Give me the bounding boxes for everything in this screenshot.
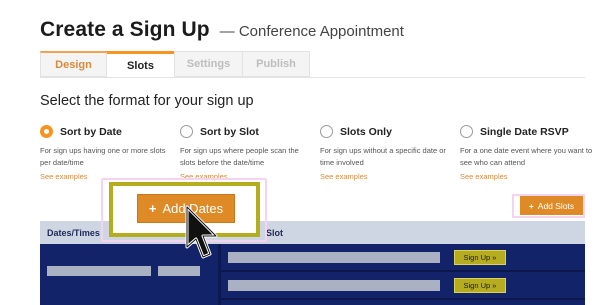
tab-divider	[40, 77, 585, 78]
option-description-line: slots before the date/time	[180, 158, 265, 167]
option-description-line: For sign ups having one or more slots	[40, 146, 166, 155]
option-description-line: For sign ups where people scan the	[180, 146, 299, 155]
option-label: Sort by Date	[60, 125, 122, 138]
see-examples-link[interactable]: See examples	[460, 172, 600, 181]
tab-settings[interactable]: Settings	[174, 51, 242, 77]
option-description-line: per date/time	[40, 158, 84, 167]
option-description-line: see who can attend	[460, 158, 526, 167]
radio-unchecked-icon[interactable]	[180, 125, 193, 138]
sign-up-label: Sign Up	[463, 253, 491, 262]
arrow-icon: »	[492, 281, 497, 290]
option-description: For sign ups having one or more slots pe…	[40, 145, 175, 169]
sign-up-label: Sign Up	[463, 281, 491, 290]
sign-up-button[interactable]: Sign Up »	[454, 278, 506, 293]
page-title: Create a Sign Up	[40, 18, 210, 41]
option-sort-by-date[interactable]: Sort by Date For sign ups having one or …	[40, 125, 175, 181]
option-description-line: For a one date event where you want to	[460, 146, 593, 155]
plus-icon: +	[528, 200, 534, 211]
add-slots-button[interactable]: + Add Slots	[520, 196, 583, 215]
page-header: Create a Sign Up — Conference Appointmen…	[40, 18, 404, 42]
format-prompt: Select the format for your sign up	[40, 93, 254, 109]
option-sort-by-slot[interactable]: Sort by Slot For sign ups where people s…	[180, 125, 315, 181]
option-single-date-rsvp[interactable]: Single Date RSVP For a one date event wh…	[460, 125, 600, 181]
radio-unchecked-icon[interactable]	[460, 125, 473, 138]
option-label: Slots Only	[340, 125, 392, 138]
option-description-line: time involved	[320, 158, 364, 167]
hand-pointer-icon	[183, 205, 223, 272]
tab-design[interactable]: Design	[40, 51, 106, 77]
date-placeholder[interactable]	[47, 266, 151, 276]
row-divider	[221, 298, 585, 300]
option-description: For sign ups without a specific date or …	[320, 145, 455, 169]
column-header-slot: Slot	[266, 228, 283, 238]
slot-placeholder[interactable]	[228, 252, 440, 263]
arrow-icon: »	[492, 253, 497, 262]
slots-table-body: Sign Up » Sign Up »	[40, 244, 585, 305]
sign-up-button[interactable]: Sign Up »	[454, 250, 506, 265]
tab-slots[interactable]: Slots	[106, 51, 174, 77]
tab-publish[interactable]: Publish	[242, 51, 310, 77]
slot-placeholder[interactable]	[228, 280, 440, 291]
option-label: Sort by Slot	[200, 125, 259, 138]
tab-bar: Design Slots Settings Publish	[40, 51, 310, 77]
option-description: For sign ups where people scan the slots…	[180, 145, 315, 169]
row-divider	[221, 270, 585, 272]
option-description: For a one date event where you want to s…	[460, 145, 600, 169]
column-header-dates: Dates/Times	[47, 228, 100, 238]
page-subtitle: — Conference Appointment	[219, 23, 404, 40]
radio-checked-icon[interactable]	[40, 125, 53, 138]
radio-unchecked-icon[interactable]	[320, 125, 333, 138]
option-description-line: For sign ups without a specific date or	[320, 146, 446, 155]
plus-icon: +	[148, 201, 157, 216]
see-examples-link[interactable]: See examples	[320, 172, 455, 181]
option-label: Single Date RSVP	[480, 125, 569, 138]
add-slots-label: Add Slots	[537, 200, 575, 211]
option-slots-only[interactable]: Slots Only For sign ups without a specif…	[320, 125, 455, 181]
